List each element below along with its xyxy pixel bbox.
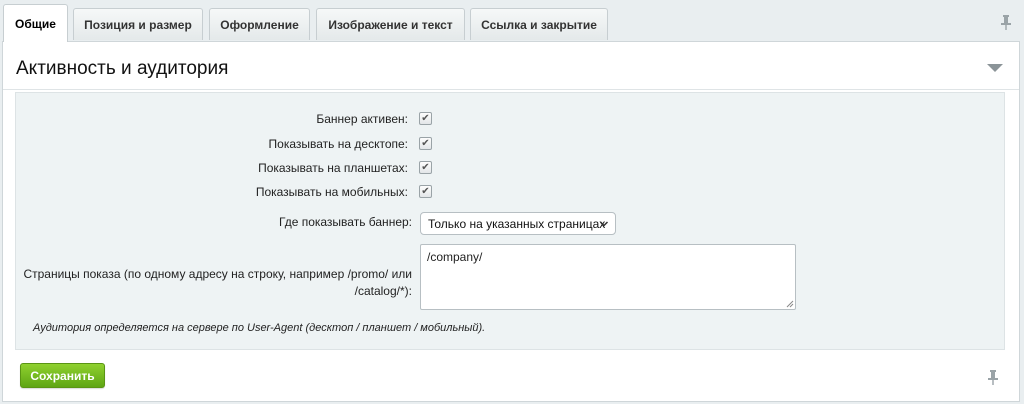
resize-grip-icon[interactable] xyxy=(786,300,794,308)
banner-active-checkbox[interactable]: ✔ xyxy=(419,112,432,125)
checkmark-icon: ✔ xyxy=(421,185,430,197)
form-area: Баннер активен: ✔ Показывать на десктопе… xyxy=(15,92,1005,350)
pages-label: Страницы показа (по одному адресу на стр… xyxy=(23,266,412,300)
pages-label-line2: /catalog/*): xyxy=(354,284,412,298)
checkmark-icon: ✔ xyxy=(421,137,430,149)
where-show-value: Только на указанных страницах xyxy=(428,216,606,231)
where-show-label: Где показывать баннер: xyxy=(279,215,412,229)
tab-label: Общие xyxy=(15,16,56,31)
pin-icon[interactable] xyxy=(1000,14,1012,30)
tab-label: Оформление xyxy=(220,17,299,32)
settings-panel: Активность и аудитория Баннер активен: ✔… xyxy=(2,41,1020,402)
save-button-label: Сохранить xyxy=(30,368,95,383)
show-tablet-label: Показывать на планшетах: xyxy=(258,161,408,175)
tab-label: Ссылка и закрытие xyxy=(481,17,597,32)
audience-note: Аудитория определяется на сервере по Use… xyxy=(33,322,486,334)
checkmark-icon: ✔ xyxy=(421,112,430,124)
section-header[interactable]: Активность и аудитория xyxy=(3,42,1019,90)
show-mobile-checkbox[interactable]: ✔ xyxy=(419,185,432,198)
tab-general[interactable]: Общие xyxy=(3,4,68,42)
section-title: Активность и аудитория xyxy=(16,58,229,79)
tab-label: Изображение и текст xyxy=(328,17,453,32)
pages-textarea[interactable]: /company/ xyxy=(420,244,796,310)
tab-image-text[interactable]: Изображение и текст xyxy=(316,8,465,40)
tab-label: Позиция и размер xyxy=(84,17,192,32)
where-show-select[interactable]: Только на указанных страницах xyxy=(420,212,616,235)
chevron-down-icon xyxy=(599,221,609,227)
show-desktop-label: Показывать на десктопе: xyxy=(268,137,408,151)
show-tablet-checkbox[interactable]: ✔ xyxy=(419,161,432,174)
save-button[interactable]: Сохранить xyxy=(20,363,105,388)
tab-position-size[interactable]: Позиция и размер xyxy=(73,8,203,40)
checkmark-icon: ✔ xyxy=(421,161,430,173)
pages-textarea-value: /company/ xyxy=(427,250,483,264)
show-mobile-label: Показывать на мобильных: xyxy=(255,185,408,199)
tab-bar: Общие Позиция и размер Оформление Изобра… xyxy=(0,0,1024,42)
pin-icon[interactable] xyxy=(987,369,999,385)
pages-label-line1: Страницы показа (по одному адресу на стр… xyxy=(23,267,412,281)
tab-design[interactable]: Оформление xyxy=(209,8,310,40)
triangle-down-icon[interactable] xyxy=(987,64,1003,72)
show-desktop-checkbox[interactable]: ✔ xyxy=(419,137,432,150)
tab-link-close[interactable]: Ссылка и закрытие xyxy=(470,8,608,40)
banner-active-label: Баннер активен: xyxy=(316,112,408,126)
